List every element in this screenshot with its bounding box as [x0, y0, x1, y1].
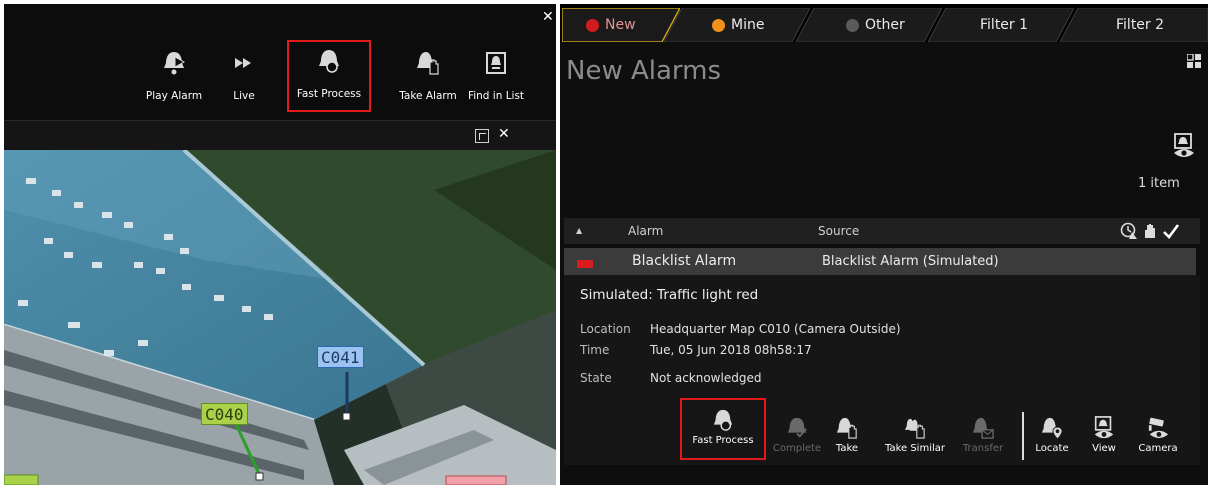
take-action-label: Take: [835, 443, 859, 454]
locate-action-button[interactable]: Locate: [1030, 408, 1074, 466]
fast-process-button[interactable]: Fast Process: [287, 40, 371, 112]
location-label: Location: [580, 322, 631, 336]
bell-hand-multi-icon: [904, 418, 925, 439]
bell-hand-icon: [417, 52, 439, 75]
tab-filter-2[interactable]: Filter 2: [1060, 8, 1208, 42]
bell-check-icon: [787, 417, 807, 438]
camera-action-label: Camera: [1138, 443, 1178, 454]
time-value: Tue, 05 Jun 2018 08h58:17: [650, 343, 812, 357]
view-action-label: View: [1092, 443, 1116, 454]
expand-icon[interactable]: [475, 129, 489, 143]
find-in-list-label: Find in List: [467, 90, 525, 102]
live-video-pane: ✕ Play Alarm Live Fast Process Take Alar…: [4, 4, 556, 485]
tab-filter-1[interactable]: Filter 1: [928, 8, 1074, 42]
check-icon[interactable]: [1162, 222, 1180, 240]
layout-grid-icon[interactable]: [1187, 54, 1201, 68]
camera-video-view[interactable]: C041 C040: [4, 150, 556, 485]
tab-other-label: Other: [865, 17, 905, 33]
alarm-list-pane: New Mine Other Filter 1 Filter 2 New Ala…: [560, 4, 1208, 485]
mine-status-dot: [712, 18, 725, 32]
complete-action-label: Complete: [772, 443, 822, 454]
close-pane-button[interactable]: ✕: [542, 9, 554, 25]
tab-new[interactable]: New: [562, 8, 680, 42]
item-count: 1 item: [1138, 176, 1180, 191]
view-eye-icon[interactable]: [1173, 133, 1195, 159]
fast-forward-icon: [235, 58, 251, 68]
bell-hand-icon: [836, 417, 857, 439]
bell-envelope-icon: [972, 417, 994, 439]
tab-other[interactable]: Other: [796, 8, 942, 42]
camera-tag-c040[interactable]: C040: [201, 403, 248, 425]
column-header-source[interactable]: Source: [818, 224, 859, 238]
alarm-name: Blacklist Alarm: [632, 253, 737, 269]
take-similar-action-label: Take Similar: [884, 443, 945, 454]
live-label: Live: [233, 90, 255, 102]
state-value: Not acknowledged: [650, 371, 762, 385]
tab-filter-2-label: Filter 2: [1116, 17, 1165, 33]
aerial-building-image: [4, 150, 556, 485]
alarm-source: Blacklist Alarm (Simulated): [822, 254, 999, 269]
new-status-dot: [586, 18, 599, 32]
page-title: New Alarms: [566, 56, 722, 86]
fast-process-label: Fast Process: [296, 88, 362, 100]
hand-icon[interactable]: [1142, 222, 1158, 240]
fast-process-action-label: Fast Process: [692, 435, 754, 446]
state-label: State: [580, 371, 612, 385]
camera-eye-icon: [1148, 417, 1169, 439]
take-alarm-button[interactable]: Take Alarm: [393, 44, 463, 110]
view-eye-icon: [1094, 416, 1114, 439]
take-action-button[interactable]: Take: [827, 408, 867, 466]
priority-flag: [577, 260, 593, 268]
bell-pin-icon: [1041, 417, 1063, 440]
action-separator: [1022, 412, 1024, 460]
transfer-action-label: Transfer: [962, 443, 1004, 454]
take-alarm-label: Take Alarm: [399, 90, 457, 102]
fast-process-action-button[interactable]: Fast Process: [680, 398, 766, 460]
tab-new-label: New: [605, 17, 636, 33]
sort-up-icon[interactable]: ▲: [576, 226, 582, 235]
live-button[interactable]: Live: [209, 44, 279, 110]
play-alarm-label: Play Alarm: [145, 90, 203, 102]
tab-filter-1-label: Filter 1: [980, 17, 1029, 33]
view-action-button[interactable]: View: [1084, 408, 1124, 466]
alarm-description: Simulated: Traffic light red: [580, 287, 759, 303]
find-in-list-button[interactable]: Find in List: [461, 44, 531, 110]
take-similar-action-button[interactable]: Take Similar: [878, 408, 952, 466]
camera-tag-c041[interactable]: C041: [317, 346, 364, 368]
complete-action-button[interactable]: Complete: [771, 408, 823, 466]
tab-mine-label: Mine: [731, 17, 765, 33]
bell-refresh-icon: [319, 50, 339, 73]
other-status-dot: [846, 18, 859, 32]
alarm-row[interactable]: Blacklist Alarm Blacklist Alarm (Simulat…: [564, 248, 1196, 275]
video-header-bar: ✕: [4, 120, 556, 150]
locate-action-label: Locate: [1035, 443, 1069, 454]
find-in-list-icon: [486, 52, 506, 74]
alarm-list-header: ▲ Alarm Source: [564, 218, 1200, 244]
header-icons: [1120, 222, 1180, 240]
transfer-action-button[interactable]: Transfer: [960, 408, 1006, 466]
clock-bell-icon[interactable]: [1120, 222, 1138, 240]
time-label: Time: [580, 343, 610, 357]
bell-refresh-icon: [713, 409, 733, 431]
tab-bar: New Mine Other Filter 1 Filter 2: [560, 4, 1208, 42]
bell-play-icon: [164, 52, 186, 75]
play-alarm-button[interactable]: Play Alarm: [139, 44, 209, 110]
close-video-button[interactable]: ✕: [498, 126, 510, 142]
location-value: Headquarter Map C010 (Camera Outside): [650, 322, 901, 336]
tab-mine[interactable]: Mine: [664, 8, 810, 42]
camera-action-button[interactable]: Camera: [1134, 408, 1182, 466]
column-header-alarm[interactable]: Alarm: [628, 224, 663, 238]
